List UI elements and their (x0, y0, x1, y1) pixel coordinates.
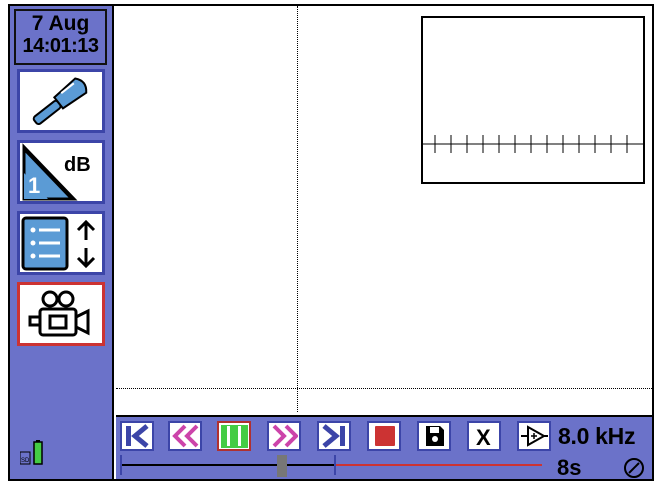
gain-unit: dB (64, 154, 91, 176)
playback-toolbar: X 8.0 kHz 8s (116, 415, 652, 480)
rewind-button[interactable] (168, 421, 202, 451)
svg-text:X: X (476, 425, 491, 448)
overview-axis (423, 135, 643, 153)
sidebar-item-screwdriver[interactable] (17, 69, 105, 133)
sd-label: SD (21, 458, 30, 464)
sidebar-item-list[interactable] (17, 211, 105, 275)
frequency-readout: 8.0 kHz (558, 423, 636, 449)
timeline-scrub-handle (277, 455, 287, 477)
stop-icon (375, 426, 395, 446)
sidebar: 7 Aug 14:01:13 1 dB SD (10, 6, 114, 479)
save-button[interactable] (417, 421, 451, 451)
cursor-horizontal-line (116, 388, 652, 389)
cursor-vertical-line (297, 6, 298, 412)
duration-readout: 8s (557, 455, 582, 480)
amplifier-icon (521, 425, 548, 447)
db-triangle-icon: 1 dB (22, 143, 91, 201)
sidebar-item-gain[interactable]: 1 dB (17, 140, 105, 204)
x-icon: X (476, 425, 491, 448)
video-camera-icon (28, 290, 90, 337)
skip-start-button[interactable] (120, 421, 154, 451)
fast-forward-button[interactable] (267, 421, 301, 451)
pause-button[interactable] (217, 421, 251, 451)
skip-end-button[interactable] (317, 421, 351, 451)
floppy-disk-icon (426, 426, 444, 446)
gain-value: 1 (28, 173, 40, 198)
skip-start-icon (126, 424, 149, 448)
sd-battery-icon: SD (19, 440, 43, 465)
rewind-icon (172, 424, 199, 448)
date-label: 7 Aug (31, 12, 90, 35)
list-arrows-icon (21, 216, 96, 271)
playback-timeline[interactable] (116, 451, 552, 479)
skip-end-icon (322, 424, 345, 448)
close-button[interactable]: X (467, 421, 501, 451)
time-label: 14:01:13 (22, 35, 99, 57)
screwdriver-icon (32, 77, 88, 126)
fast-forward-icon (272, 424, 298, 448)
pause-icon (221, 425, 248, 448)
overview-window[interactable] (421, 16, 645, 184)
amplifier-button[interactable] (517, 421, 551, 451)
gauge-icon[interactable] (622, 457, 646, 479)
stop-button[interactable] (367, 421, 401, 451)
storage-status: SD (19, 440, 48, 473)
date-time-display: 7 Aug 14:01:13 (14, 9, 107, 65)
sidebar-item-video[interactable] (17, 282, 105, 346)
spectrogram-plot[interactable] (116, 6, 652, 414)
